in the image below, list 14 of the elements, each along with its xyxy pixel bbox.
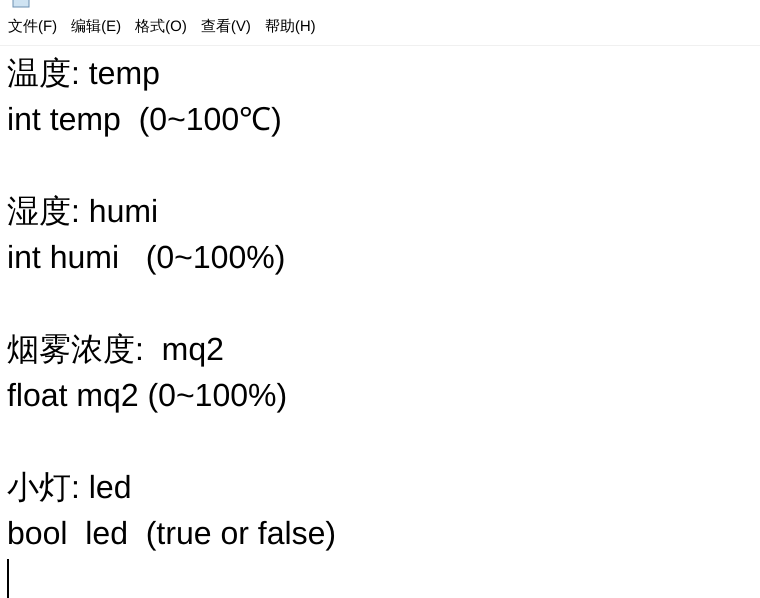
menu-item[interactable]: 文件(F) — [8, 16, 58, 39]
text-cursor — [7, 559, 9, 598]
text-line: 湿度: humi — [7, 192, 158, 231]
menu-item[interactable]: 格式(O) — [135, 16, 187, 39]
text-line: int temp (0~100℃) — [7, 100, 282, 139]
text-line: float mq2 (0~100%) — [7, 376, 288, 415]
text-line: 小灯: led — [7, 468, 132, 507]
text-line: int humi (0~100%) — [7, 238, 286, 277]
text-line: 温度: temp — [7, 54, 160, 93]
text-line: bool led (true or false) — [7, 514, 336, 553]
menu-item[interactable]: 帮助(H) — [264, 16, 316, 39]
menu-item[interactable]: 编辑(E) — [71, 16, 122, 39]
menu-item[interactable]: 查看(V) — [200, 16, 251, 39]
text-line: 烟雾浓度: mq2 — [7, 330, 224, 369]
